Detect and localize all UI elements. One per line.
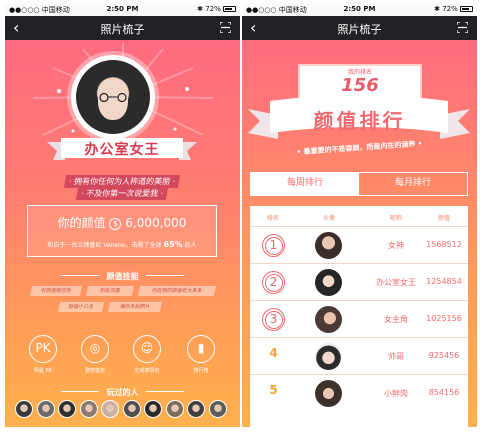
bluetooth-icon: ✱ — [197, 5, 203, 13]
nav-bar: ‹ 照片梳子 — [242, 16, 477, 40]
skill-tag: 颜值小公主 — [57, 302, 105, 312]
tab-weekly[interactable]: 每周排行 — [251, 173, 359, 195]
header-rank: 排名 — [266, 215, 279, 222]
row-name: 女神 — [388, 241, 404, 250]
bluetooth-icon: ✱ — [434, 5, 440, 13]
players-avatar-row — [15, 400, 231, 418]
player-avatar[interactable] — [101, 400, 119, 418]
player-avatar[interactable] — [122, 400, 141, 418]
rank-text: 和自于一台兰博基尼 Veneno，击败了全球 65% 的人 — [47, 240, 197, 249]
status-bar: ●●○○○ 中国移动 2:50 PM ✱ 72% — [5, 3, 240, 16]
header-name: 昵称 — [389, 215, 402, 222]
chart-icon: ▮ — [187, 335, 215, 363]
rank-medal-icon: 3 — [262, 308, 285, 331]
table-row[interactable]: 4 帅哥 925456 — [250, 337, 468, 374]
table-row[interactable]: 3 女主角 1025156 — [250, 300, 468, 337]
emoji-icon: ☺ — [133, 335, 161, 363]
header-avatar: 头像 — [322, 215, 335, 222]
skill-tag: 请你多拍照片 — [107, 302, 163, 312]
rank-number: 4 — [269, 346, 278, 360]
profile-screen: ●●○○○ 中国移动 2:50 PM ✱ 72% ‹ 照片梳子 办公室女王 · … — [5, 3, 240, 427]
row-score: 1568512 — [426, 240, 462, 249]
star-pk-button[interactable]: PK 明星 PK — [27, 335, 59, 374]
rank-medal-icon: 2 — [262, 271, 285, 294]
avatar — [315, 232, 342, 259]
battery-percent: 72% — [205, 5, 221, 13]
row-score: 854156 — [428, 388, 460, 397]
ranking-title: 颜值排行 — [313, 109, 406, 133]
nav-title: 照片梳子 — [100, 23, 145, 36]
ranking-screen: ●●○○○ 中国移动 2:50 PM ✱ 72% ‹ 照片梳子 我的排名 156… — [242, 3, 477, 427]
battery-percent: 72% — [442, 5, 458, 13]
row-score: 1254854 — [426, 277, 462, 286]
player-avatar[interactable] — [208, 400, 227, 418]
face-icon: ◎ — [81, 335, 109, 363]
table-row[interactable]: 2 办公室女王 1254854 — [250, 263, 468, 300]
score-value: 6,000,000 — [125, 216, 187, 230]
skill-tag: 有颜值就任性 — [29, 286, 83, 296]
player-avatar[interactable] — [15, 400, 33, 418]
avatar — [315, 343, 342, 370]
header-score: 颜值 — [437, 215, 450, 222]
player-avatar[interactable] — [58, 400, 76, 418]
score-card: 你的颜值 $ 6,000,000 和自于一台兰博基尼 Veneno，击败了全球 … — [27, 205, 217, 257]
pk-icon: PK — [29, 335, 57, 363]
table-row[interactable]: 1 女神 1568512 — [250, 226, 468, 263]
profile-name: 办公室女王 — [84, 142, 160, 158]
player-avatar[interactable] — [79, 400, 98, 418]
leaderboard-button[interactable]: ▮ 排行榜 — [185, 335, 217, 374]
period-tabs: 每周排行 每月排行 — [250, 172, 468, 196]
score-label: 你的颜值 — [57, 216, 106, 230]
row-name: 办公室女王 — [376, 278, 416, 287]
status-bar: ●●○○○ 中国移动 2:50 PM ✱ 72% — [242, 3, 477, 16]
table-row[interactable]: 5 小鲜肉 854156 — [250, 374, 468, 411]
rank-number: 5 — [269, 383, 278, 397]
score-line: 你的颜值 $ 6,000,000 — [28, 214, 216, 231]
profile-avatar[interactable] — [71, 55, 155, 139]
skill-tag: 别处流露 — [85, 286, 135, 296]
nav-bar: ‹ 照片梳子 — [5, 16, 240, 40]
scan-icon[interactable] — [457, 22, 468, 33]
feature-label: 整容鉴定 — [84, 368, 105, 374]
row-score: 925456 — [428, 351, 460, 360]
skill-tag: 你在我的颜值有太多多 — [137, 286, 217, 296]
battery-status: ✱ 72% — [434, 5, 473, 13]
avatar — [315, 380, 342, 407]
battery-icon — [223, 6, 236, 12]
player-avatar[interactable] — [165, 400, 184, 418]
avatar — [315, 269, 342, 296]
make-sticker-button[interactable]: ☺ 生成表情包 — [131, 335, 163, 374]
ranking-table: 排名 头像 昵称 颜值 1 女神 1568512 2 办公室女王 1254854… — [250, 206, 468, 427]
battery-status: ✱ 72% — [197, 5, 236, 13]
rank-percent: 65% — [163, 240, 183, 249]
feature-label: 排行榜 — [193, 368, 209, 374]
scan-icon[interactable] — [220, 22, 231, 33]
avatar — [315, 306, 342, 333]
coin-icon: $ — [109, 218, 122, 230]
row-name: 女主角 — [384, 315, 408, 324]
players-heading: 玩过的人 — [5, 387, 240, 398]
tab-monthly[interactable]: 每月排行 — [359, 173, 467, 195]
slogan-line-2: · 不及你第一次说爱我 · — [5, 187, 240, 200]
player-avatar[interactable] — [144, 400, 162, 418]
player-avatar[interactable] — [36, 400, 55, 418]
plastic-surgery-check-button[interactable]: ◎ 整容鉴定 — [79, 335, 111, 374]
player-avatar[interactable] — [187, 400, 205, 418]
row-name: 帅哥 — [388, 352, 404, 361]
battery-icon — [460, 6, 473, 12]
row-name: 小鲜肉 — [384, 389, 408, 398]
feature-label: 生成表情包 — [134, 368, 160, 374]
feature-label: 明星 PK — [34, 368, 52, 374]
table-header: 排名 头像 昵称 颜值 — [250, 206, 468, 226]
row-score: 1025156 — [426, 314, 462, 323]
nav-title: 照片梳子 — [337, 23, 382, 36]
rank-medal-icon: 1 — [262, 234, 285, 257]
skills-heading: 颜值技能 — [5, 271, 240, 282]
avatar-photo — [76, 60, 150, 134]
